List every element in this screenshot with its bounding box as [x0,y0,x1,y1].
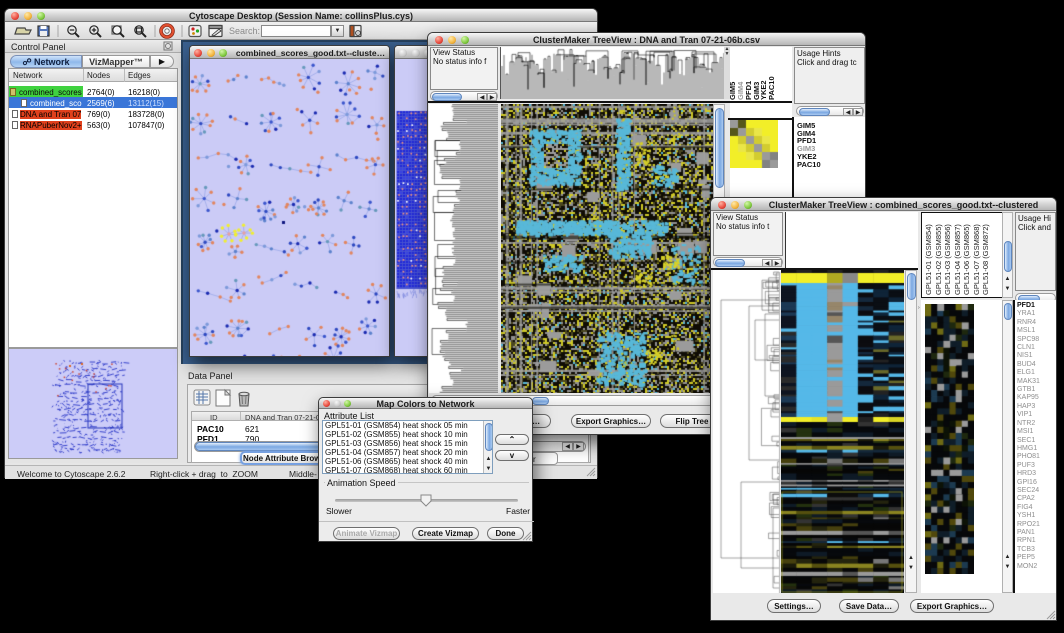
svg-text:Search:: Search: [229,26,260,36]
